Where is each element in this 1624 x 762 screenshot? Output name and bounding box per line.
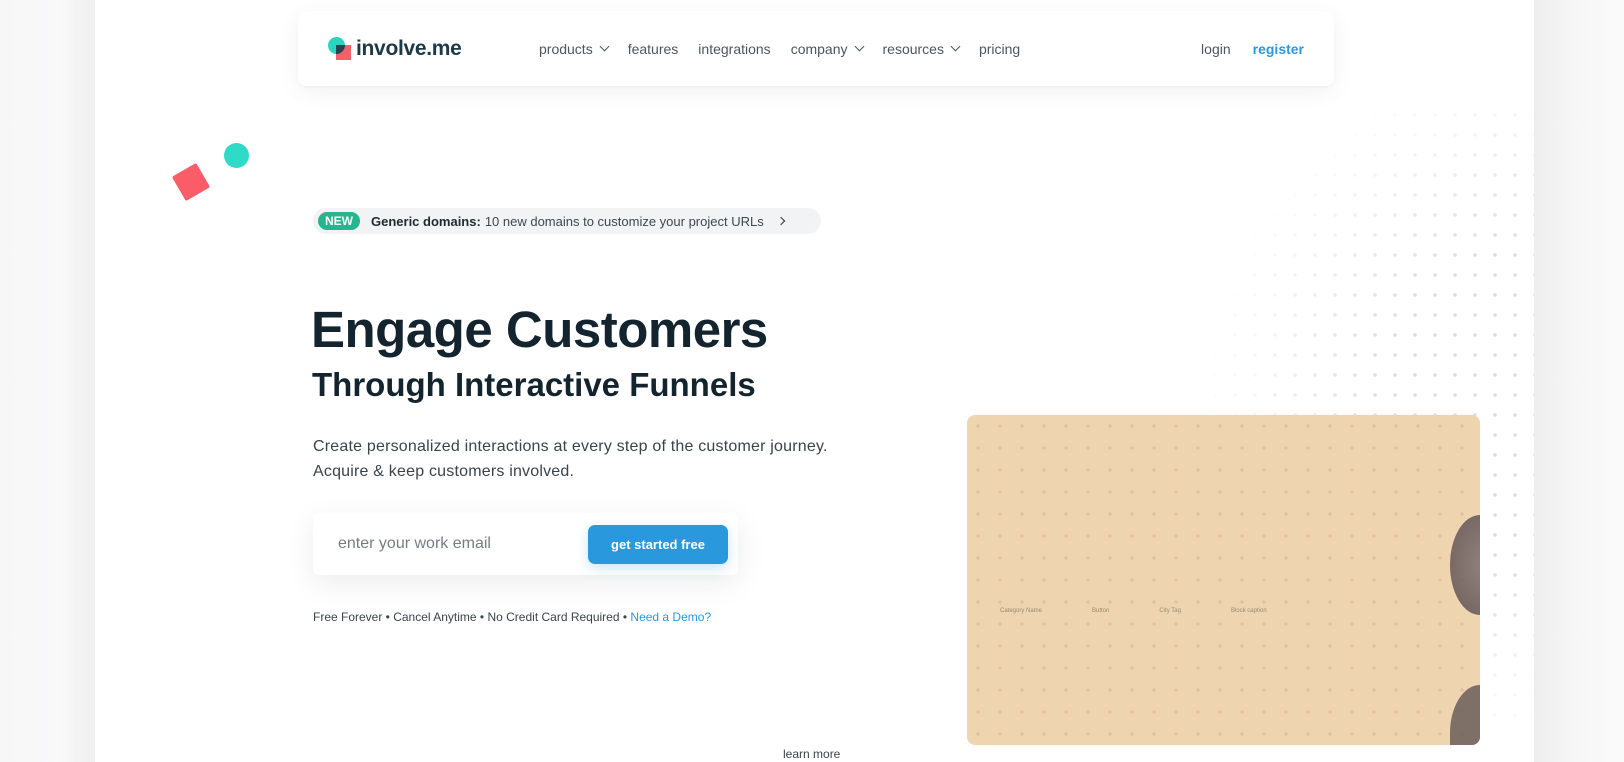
nav-item-integrations[interactable]: integrations	[698, 41, 770, 57]
top-navbar: involve.me products features integration…	[298, 11, 1334, 86]
announcement-banner[interactable]: NEW Generic domains: 10 new domains to c…	[313, 208, 821, 234]
media-labels: Category Name Button City Tag Block capt…	[1000, 608, 1317, 614]
nav-item-label: resources	[882, 40, 944, 57]
chevron-down-icon	[950, 41, 961, 52]
nav-item-company[interactable]: company	[790, 40, 864, 57]
register-link[interactable]: register	[1253, 41, 1304, 57]
hero-description: Create personalized interactions at ever…	[313, 434, 828, 484]
nav-item-label: pricing	[978, 40, 1021, 57]
hero-title: Engage Customers	[311, 301, 768, 358]
chevron-down-icon	[599, 41, 610, 52]
teal-circle-decoration	[224, 143, 249, 168]
get-started-button[interactable]: get started free	[588, 525, 728, 564]
signup-footnote: Free Forever • Cancel Anytime • No Credi…	[313, 610, 711, 624]
chevron-right-icon	[776, 216, 785, 226]
announcement-text: 10 new domains to customize your project…	[484, 213, 764, 229]
auth-links: login register	[1201, 11, 1304, 86]
nav-item-label: products	[539, 40, 593, 57]
nav-item-label: company	[790, 40, 848, 57]
media-label: Block caption	[1230, 608, 1267, 614]
login-link[interactable]: login	[1201, 41, 1231, 57]
landing-page: involve.me products features integration…	[95, 0, 1534, 762]
nav-item-label: features	[627, 40, 679, 57]
new-badge: NEW	[318, 212, 360, 230]
hero-subtitle: Through Interactive Funnels	[312, 366, 756, 403]
media-label: Button	[1092, 608, 1110, 614]
nav-item-pricing[interactable]: pricing	[979, 41, 1020, 57]
logo-icon	[328, 37, 352, 61]
email-input[interactable]	[313, 513, 583, 575]
announcement-title: Generic domains:	[371, 213, 481, 229]
nav-item-resources[interactable]: resources	[882, 40, 961, 57]
nav-item-label: integrations	[698, 40, 771, 57]
media-label: City Tag	[1159, 608, 1181, 614]
signup-form: get started free	[313, 513, 738, 575]
footnote-text: Free Forever • Cancel Anytime • No Credi…	[313, 610, 628, 624]
logo[interactable]: involve.me	[328, 36, 462, 62]
media-label: Category Name	[1000, 608, 1043, 614]
logo-text: involve.me	[356, 37, 462, 60]
hero-video[interactable]: Category Name Button City Tag Block capt…	[967, 415, 1480, 745]
nav-links: products features integrations company r…	[539, 11, 1040, 86]
chevron-down-icon	[854, 41, 864, 52]
coral-square-decoration	[171, 162, 211, 202]
nav-item-products[interactable]: products	[539, 40, 610, 57]
learn-more-link[interactable]: learn more	[783, 747, 840, 761]
need-demo-link[interactable]: Need a Demo?	[630, 610, 711, 624]
nav-item-features[interactable]: features	[628, 41, 679, 57]
media-dot-pattern	[967, 415, 1480, 745]
hero-description-line: Acquire & keep customers involved.	[313, 463, 575, 480]
hero-description-line: Create personalized interactions at ever…	[313, 438, 828, 455]
